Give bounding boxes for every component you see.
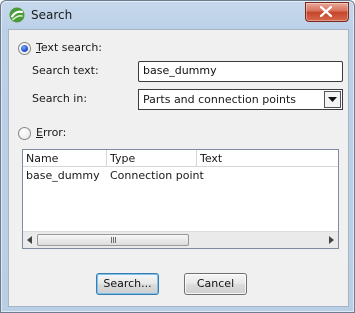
- horizontal-scrollbar[interactable]: [23, 231, 338, 248]
- arrow-right-icon[interactable]: [329, 236, 334, 244]
- table-row[interactable]: base_dummy Connection point: [23, 169, 338, 184]
- chevron-down-icon: [328, 97, 337, 102]
- error-label[interactable]: Error:: [36, 126, 66, 139]
- dialog-body: Text search: Search text: Search in: Par…: [8, 29, 349, 307]
- search-button[interactable]: Search...: [96, 273, 159, 295]
- search-in-label: Search in:: [32, 92, 88, 105]
- column-header-text[interactable]: Text: [200, 152, 222, 165]
- cell-name: base_dummy: [26, 169, 100, 182]
- text-search-radio[interactable]: [18, 42, 31, 55]
- column-divider[interactable]: [106, 150, 107, 166]
- dropdown-button[interactable]: [324, 91, 341, 108]
- column-header-name[interactable]: Name: [26, 152, 58, 165]
- grip-icon: [111, 237, 117, 243]
- title-bar[interactable]: Search: [1, 1, 354, 29]
- search-dialog: Search Text search: Search text: Search …: [0, 0, 355, 313]
- cell-type: Connection point: [110, 169, 204, 182]
- column-header-type[interactable]: Type: [110, 152, 135, 165]
- search-text-label: Search text:: [32, 64, 99, 77]
- text-search-label[interactable]: Text search:: [36, 41, 102, 54]
- window-title: Search: [31, 8, 73, 22]
- cancel-button[interactable]: Cancel: [184, 273, 247, 295]
- column-divider[interactable]: [196, 150, 197, 166]
- results-table[interactable]: Name Type Text base_dummy Connection poi…: [22, 149, 339, 249]
- search-text-field-frame[interactable]: [138, 61, 343, 82]
- scrollbar-thumb[interactable]: [37, 234, 189, 246]
- close-button[interactable]: [305, 2, 349, 22]
- radio-selected-dot: [21, 45, 28, 52]
- close-icon: [320, 6, 332, 17]
- arrow-left-icon[interactable]: [27, 236, 32, 244]
- search-text-input[interactable]: [139, 62, 338, 79]
- table-header: Name Type Text: [23, 150, 338, 167]
- search-in-selected-value: Parts and connection points: [143, 93, 297, 106]
- search-app-icon: [9, 7, 25, 23]
- error-radio[interactable]: [18, 127, 31, 140]
- search-in-dropdown[interactable]: Parts and connection points: [138, 89, 343, 110]
